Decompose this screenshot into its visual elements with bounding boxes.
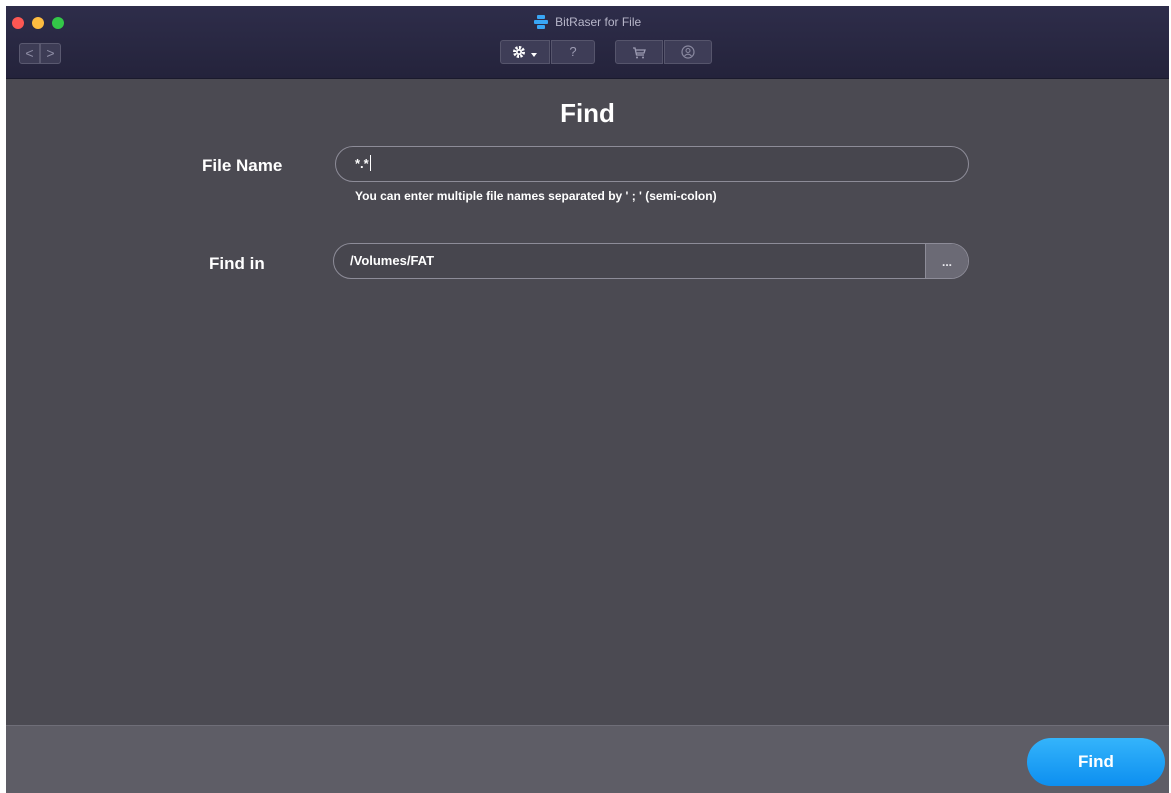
file-name-hint: You can enter multiple file names separa… [355, 189, 717, 203]
file-name-label: File Name [202, 156, 283, 175]
browse-button[interactable]: ... [925, 244, 968, 278]
back-button[interactable]: < [19, 43, 40, 64]
find-button[interactable]: Find [1027, 738, 1165, 786]
account-button[interactable] [664, 40, 712, 64]
gear-icon [512, 44, 530, 59]
page-title: Find [560, 98, 615, 128]
help-button[interactable]: ? [551, 40, 595, 64]
title-bar: < > BitRaser for File ? [6, 6, 1169, 79]
app-window: < > BitRaser for File ? Find File Name *… [6, 6, 1169, 793]
question-mark-icon: ? [569, 44, 577, 59]
forward-button[interactable]: > [40, 43, 61, 64]
footer-bar: Find [6, 725, 1169, 793]
find-in-path-value: /Volumes/FAT [350, 253, 435, 268]
file-name-value: *.* [355, 156, 369, 171]
file-name-input[interactable]: *.* [335, 146, 969, 182]
bitraser-logo-icon [533, 15, 548, 32]
caret-down-icon [530, 44, 538, 59]
cart-icon [632, 44, 646, 59]
ellipsis-icon: ... [941, 255, 952, 269]
buy-button[interactable] [615, 40, 663, 64]
find-in-label: Find in [209, 254, 265, 273]
settings-menu-button[interactable] [500, 40, 550, 64]
text-cursor [369, 155, 371, 171]
find-in-path-field[interactable]: /Volumes/FAT ... [333, 243, 969, 279]
chevron-right-icon: > [46, 45, 55, 61]
user-icon [681, 44, 695, 59]
chevron-left-icon: < [25, 45, 34, 61]
app-title-text: BitRaser for File [555, 15, 642, 29]
window-title: BitRaser for File [6, 15, 1169, 32]
